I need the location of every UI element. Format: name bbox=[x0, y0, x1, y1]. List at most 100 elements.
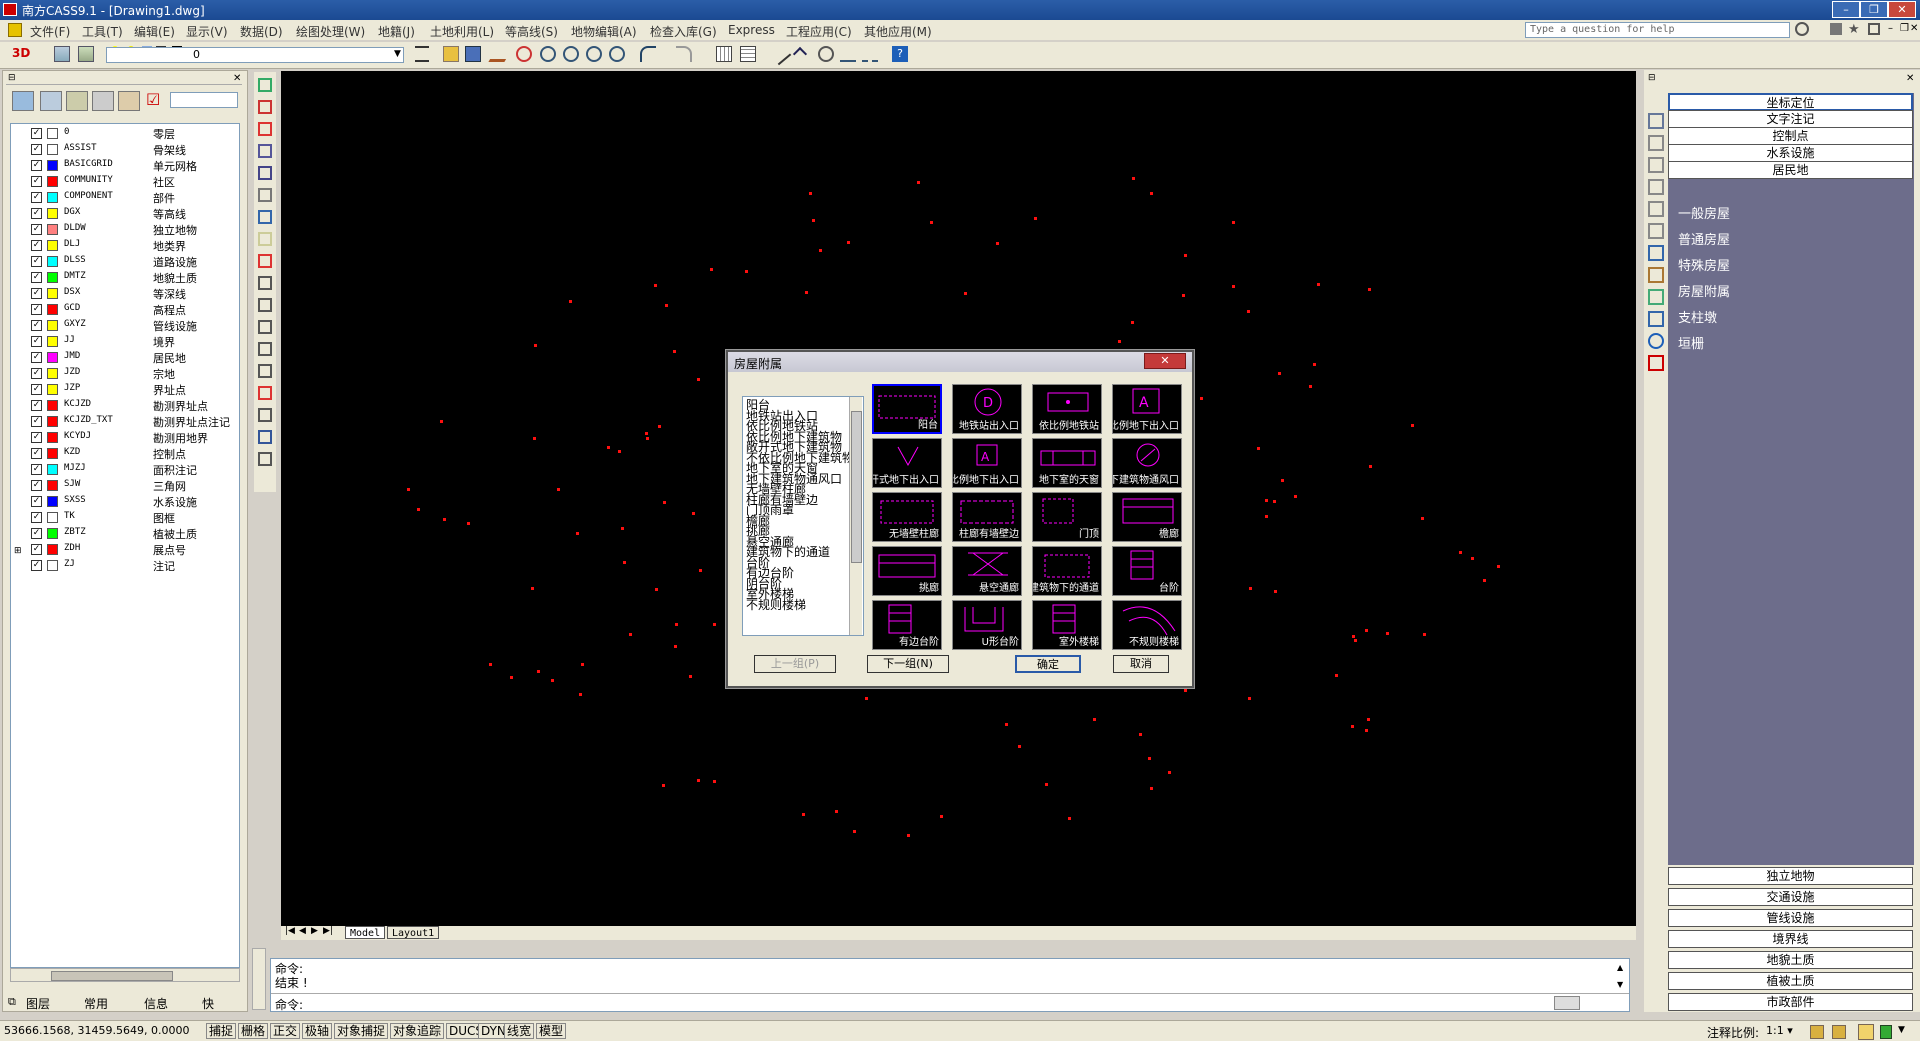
layer-row[interactable]: ✓ ZBTZ 植被土质 bbox=[11, 526, 239, 542]
menu-other[interactable]: 其他应用(M) bbox=[864, 23, 932, 40]
zoom-window-icon[interactable] bbox=[540, 46, 556, 62]
next-tab-arrow[interactable]: ▶ bbox=[311, 926, 318, 936]
layer-row[interactable]: ✓ JJ 境界 bbox=[11, 334, 239, 350]
menu-tools[interactable]: 工具(T) bbox=[82, 23, 123, 40]
layer-visible-checkbox[interactable]: ✓ bbox=[31, 512, 42, 523]
screen-menu-item[interactable]: 支柱墩 bbox=[1678, 307, 1717, 326]
layer-color-swatch[interactable] bbox=[47, 368, 58, 379]
menu-check[interactable]: 检查入库(G) bbox=[650, 23, 717, 40]
tray-menu-arrow[interactable]: ▼ bbox=[1898, 1025, 1905, 1035]
scroll-down-arrow[interactable]: ▼ bbox=[1617, 980, 1623, 989]
cancel-button[interactable]: 取消 bbox=[1113, 655, 1169, 673]
layer-visible-checkbox[interactable]: ✓ bbox=[31, 368, 42, 379]
screen-menu-item[interactable]: 房屋附属 bbox=[1678, 281, 1730, 300]
measure-icon[interactable] bbox=[258, 430, 272, 444]
new-layer-icon[interactable] bbox=[12, 91, 34, 111]
draw-tool-icon[interactable] bbox=[258, 78, 272, 92]
layer-color-swatch[interactable] bbox=[47, 176, 58, 187]
layer-visible-checkbox[interactable]: ✓ bbox=[31, 192, 42, 203]
command-grip[interactable] bbox=[252, 948, 266, 1010]
app-icon[interactable] bbox=[3, 3, 17, 16]
next-group-button[interactable]: 下一组(N) bbox=[867, 655, 949, 673]
scrollbar-thumb[interactable] bbox=[851, 411, 862, 563]
layer-row[interactable]: ✓ MJZJ 面积注记 bbox=[11, 462, 239, 478]
screen-menu-button[interactable]: 植被土质 bbox=[1668, 972, 1913, 990]
layer-visible-checkbox[interactable]: ✓ bbox=[31, 288, 42, 299]
lineweight-toggle[interactable]: 线宽 bbox=[504, 1023, 535, 1039]
layer-visible-checkbox[interactable]: ✓ bbox=[31, 480, 42, 491]
layer-row[interactable]: ✓ DGX 等高线 bbox=[11, 206, 239, 222]
layer-row[interactable]: ✓ DLDW 独立地物 bbox=[11, 222, 239, 238]
layer-row[interactable]: ✓ DLSS 道路设施 bbox=[11, 254, 239, 270]
first-tab-arrow[interactable]: |◀ bbox=[285, 926, 295, 936]
screen-menu-button[interactable]: 市政部件 bbox=[1668, 993, 1913, 1011]
layer-visible-checkbox[interactable]: ✓ bbox=[31, 256, 42, 267]
layer-row[interactable]: ✓ KZD 控制点 bbox=[11, 446, 239, 462]
screen-menu-button[interactable]: 境界线 bbox=[1668, 930, 1913, 948]
layer-visible-checkbox[interactable]: ✓ bbox=[31, 432, 42, 443]
layer-visible-checkbox[interactable]: ✓ bbox=[31, 384, 42, 395]
grid-toggle[interactable]: 栅格 bbox=[238, 1023, 269, 1039]
layer-color-swatch[interactable] bbox=[47, 512, 58, 523]
minimize-button[interactable]: – bbox=[1832, 1, 1860, 18]
layer-color-swatch[interactable] bbox=[47, 480, 58, 491]
irregular-stairs-cell[interactable]: 不规则楼梯 bbox=[1112, 600, 1182, 650]
scroll-up-arrow[interactable]: ▲ bbox=[1617, 963, 1623, 972]
menu-contour[interactable]: 等高线(S) bbox=[505, 23, 558, 40]
u-steps-cell[interactable]: U形台阶 bbox=[952, 600, 1022, 650]
command-prompt[interactable]: 命令: bbox=[275, 996, 303, 1013]
layer-color-swatch[interactable] bbox=[47, 256, 58, 267]
otrack-toggle[interactable]: 对象追踪 bbox=[390, 1023, 445, 1039]
undo-icon[interactable] bbox=[640, 46, 656, 62]
osnap-toggle[interactable]: 对象捕捉 bbox=[334, 1023, 389, 1039]
auto-scale-icon[interactable] bbox=[1832, 1025, 1846, 1039]
colonnade-cell[interactable]: 无墙壁柱廊 bbox=[872, 492, 942, 542]
layer-row[interactable]: ✓ KCJZD_TXT 勘测界址点注记 bbox=[11, 414, 239, 430]
layer-visible-checkbox[interactable]: ✓ bbox=[31, 560, 42, 571]
dialog-close-button[interactable]: ✕ bbox=[1144, 353, 1186, 369]
ruler-icon[interactable] bbox=[258, 188, 272, 202]
tab-layers[interactable]: 图层 bbox=[26, 995, 50, 1013]
draw-line-icon[interactable] bbox=[768, 42, 792, 66]
polar-toggle[interactable]: 极轴 bbox=[302, 1023, 333, 1039]
layer-color-swatch[interactable] bbox=[47, 192, 58, 203]
dot-icon[interactable] bbox=[258, 342, 272, 356]
area-icon[interactable] bbox=[1648, 289, 1664, 305]
layer-visible-checkbox[interactable]: ✓ bbox=[31, 336, 42, 347]
screen-menu-button[interactable]: 独立地物 bbox=[1668, 867, 1913, 885]
layer-row[interactable]: ✓ ZJ 注记 bbox=[11, 558, 239, 574]
offset-icon[interactable] bbox=[840, 46, 856, 62]
menu-data[interactable]: 数据(D) bbox=[240, 23, 283, 40]
layer-row[interactable]: ✓ GXYZ 管线设施 bbox=[11, 318, 239, 334]
layer-edit-icon[interactable] bbox=[118, 91, 140, 111]
menu-file[interactable]: 文件(F) bbox=[30, 23, 70, 40]
pencil-icon[interactable] bbox=[488, 46, 514, 62]
model-toggle[interactable]: 模型 bbox=[536, 1023, 567, 1039]
menu-edit[interactable]: 编辑(E) bbox=[134, 23, 175, 40]
layer-row[interactable]: ✓ SJW 三角网 bbox=[11, 478, 239, 494]
curve-icon[interactable] bbox=[258, 452, 272, 466]
close-button[interactable]: ✕ bbox=[1888, 1, 1916, 18]
steps-cell[interactable]: 台阶 bbox=[1112, 546, 1182, 596]
zoom-previous-icon[interactable] bbox=[563, 46, 579, 62]
layer-filter-icon[interactable] bbox=[40, 91, 62, 111]
move-icon[interactable] bbox=[792, 46, 808, 62]
symbol-list-item[interactable]: 不规则楼梯 bbox=[746, 599, 806, 611]
layer-color-swatch[interactable] bbox=[47, 128, 58, 139]
doc-restore-button[interactable]: ❐ bbox=[1900, 23, 1909, 34]
layer-dropdown[interactable]: 0 bbox=[106, 47, 404, 63]
edged-steps-cell[interactable]: 有边台阶 bbox=[872, 600, 942, 650]
annotate-icon[interactable] bbox=[258, 254, 272, 268]
layer-row[interactable]: ✓ COMMUNITY 社区 bbox=[11, 174, 239, 190]
brush-icon[interactable] bbox=[258, 100, 272, 114]
help-icon[interactable] bbox=[1868, 23, 1880, 35]
screen-menu-item[interactable]: 普通房屋 bbox=[1678, 229, 1730, 248]
layer-list-scrollbar[interactable] bbox=[10, 968, 240, 982]
table-icon[interactable] bbox=[740, 46, 756, 62]
text-red-icon[interactable] bbox=[258, 122, 272, 136]
save-icon[interactable] bbox=[465, 46, 481, 62]
check-icon[interactable]: ☑ bbox=[146, 90, 160, 109]
zoom-extents-icon[interactable] bbox=[586, 46, 602, 62]
rotate-icon[interactable] bbox=[818, 46, 834, 62]
doc-minimize-button[interactable]: – bbox=[1888, 23, 1893, 34]
